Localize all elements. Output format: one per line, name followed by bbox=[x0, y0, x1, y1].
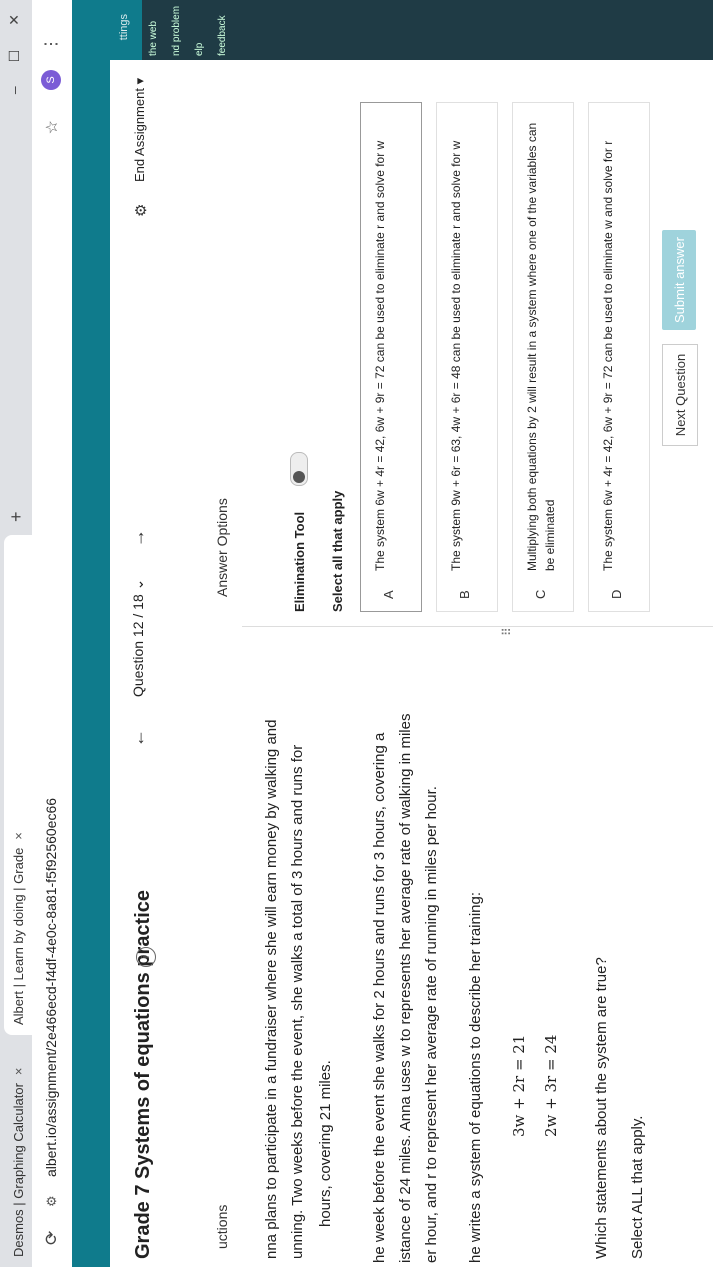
url-field[interactable]: albert.io/assignment/2e466ecd-f4df-4e0c-… bbox=[43, 798, 59, 1177]
strip-text: feedback bbox=[217, 15, 228, 56]
strip-text: the web bbox=[148, 20, 159, 56]
tab-label: Desmos | Graphing Calculator bbox=[10, 1083, 26, 1257]
option-d[interactable]: D The system 6w + 4r = 42, 6w + 9r = 72 … bbox=[588, 102, 650, 612]
tab-bar: Desmos | Graphing Calculator × Albert | … bbox=[0, 0, 32, 1267]
equation-1: 3w + 2r = 21 bbox=[510, 1034, 528, 1137]
question-pane: nna plans to participate in a fundraiser… bbox=[242, 627, 713, 1267]
right-strip: the web nd problem elp feedback bbox=[142, 0, 713, 60]
option-text: The system 9w + 6r = 63, 4w + 6r = 48 ca… bbox=[449, 140, 463, 571]
tab-desmos[interactable]: Desmos | Graphing Calculator × bbox=[4, 1037, 32, 1267]
question-text: he writes a system of equations to descr… bbox=[467, 891, 484, 1263]
gear-icon[interactable]: ⚙ bbox=[132, 204, 150, 217]
page-title: Grade 7 Systems of equations practice bbox=[132, 889, 154, 1259]
option-letter: C bbox=[533, 589, 548, 599]
prompt-text: Which statements about the system are tr… bbox=[593, 957, 610, 1259]
question-text: unning. Two weeks before the event, she … bbox=[289, 744, 306, 1259]
minimize-icon[interactable]: – bbox=[6, 86, 23, 94]
section-tabs: uctions Answer Options bbox=[200, 60, 243, 1267]
question-text: istance of 24 miles. Anna uses w to repr… bbox=[397, 713, 414, 1263]
close-window-icon[interactable]: ✕ bbox=[6, 14, 23, 26]
next-question-button[interactable]: Next Question bbox=[662, 344, 698, 446]
elimination-tool-toggle[interactable] bbox=[290, 452, 308, 486]
equation-2: 2w + 3r = 24 bbox=[542, 1034, 560, 1137]
option-letter: B bbox=[457, 590, 472, 599]
answer-pane: Elimination Tool Select all that apply A… bbox=[242, 60, 713, 626]
info-icon[interactable]: i bbox=[136, 947, 156, 967]
close-icon[interactable]: × bbox=[11, 1068, 26, 1076]
strip-text: elp bbox=[194, 42, 205, 56]
option-text: The system 6w + 4r = 42, 6w + 9r = 72 ca… bbox=[601, 140, 615, 571]
site-info-icon[interactable]: ⚙ bbox=[44, 1195, 60, 1207]
pane-divider[interactable] bbox=[242, 626, 713, 627]
settings-link[interactable]: ttings bbox=[118, 14, 130, 40]
tab-instructions[interactable]: uctions bbox=[214, 1205, 230, 1249]
option-letter: D bbox=[609, 589, 624, 599]
option-c[interactable]: C Multiplying both equations by 2 will r… bbox=[512, 102, 574, 612]
answer-options-heading: Answer Options bbox=[214, 498, 230, 597]
assignment-header: Grade 7 Systems of equations practice i … bbox=[110, 60, 201, 1267]
option-b[interactable]: B The system 9w + 6r = 63, 4w + 6r = 48 … bbox=[436, 102, 498, 612]
strip-text: nd problem bbox=[171, 5, 182, 56]
avatar[interactable]: S bbox=[41, 70, 61, 90]
option-a[interactable]: A The system 6w + 4r = 42, 6w + 9r = 72 … bbox=[360, 102, 422, 612]
option-text: The system 6w + 4r = 42, 6w + 9r = 72 ca… bbox=[373, 140, 387, 571]
next-arrow-icon[interactable]: → bbox=[128, 529, 149, 547]
prev-arrow-icon[interactable]: ← bbox=[128, 729, 149, 747]
reload-icon[interactable]: ⟳ bbox=[42, 1231, 62, 1245]
menu-icon[interactable]: ⋮ bbox=[41, 36, 61, 52]
bookmark-star-icon[interactable]: ☆ bbox=[42, 120, 62, 134]
question-text: hours, covering 21 miles. bbox=[317, 1060, 334, 1227]
new-tab-button[interactable]: + bbox=[6, 511, 27, 522]
question-selector[interactable]: Question 12 / 18 ⌄ bbox=[130, 579, 147, 697]
address-bar: ⟳ ⚙ albert.io/assignment/2e466ecd-f4df-4… bbox=[32, 0, 73, 1267]
browser-window: Desmos | Graphing Calculator × Albert | … bbox=[0, 0, 713, 1267]
question-text: er hour, and r to represent her average … bbox=[423, 786, 440, 1263]
question-text: he week before the event she walks for 2… bbox=[371, 732, 388, 1263]
elimination-tool-label: Elimination Tool bbox=[292, 511, 307, 612]
tab-label: Albert | Learn by doing | Grade bbox=[10, 847, 26, 1025]
submit-answer-button[interactable]: Submit answer bbox=[662, 230, 696, 330]
close-icon[interactable]: × bbox=[11, 832, 26, 840]
window-controls: – ☐ ✕ bbox=[6, 14, 23, 94]
option-text: Multiplying both equations by 2 will res… bbox=[525, 122, 557, 571]
instruction-text: Select ALL that apply. bbox=[629, 1115, 646, 1259]
drag-handle-icon[interactable]: ⠿ bbox=[500, 627, 514, 636]
maximize-icon[interactable]: ☐ bbox=[6, 50, 23, 63]
select-all-label: Select all that apply bbox=[330, 490, 345, 612]
option-letter: A bbox=[381, 590, 396, 599]
end-assignment-button[interactable]: End Assignment ▾ bbox=[132, 78, 148, 182]
question-text: nna plans to participate in a fundraiser… bbox=[263, 719, 280, 1259]
tab-albert[interactable]: Albert | Learn by doing | Grade × bbox=[4, 535, 32, 1035]
